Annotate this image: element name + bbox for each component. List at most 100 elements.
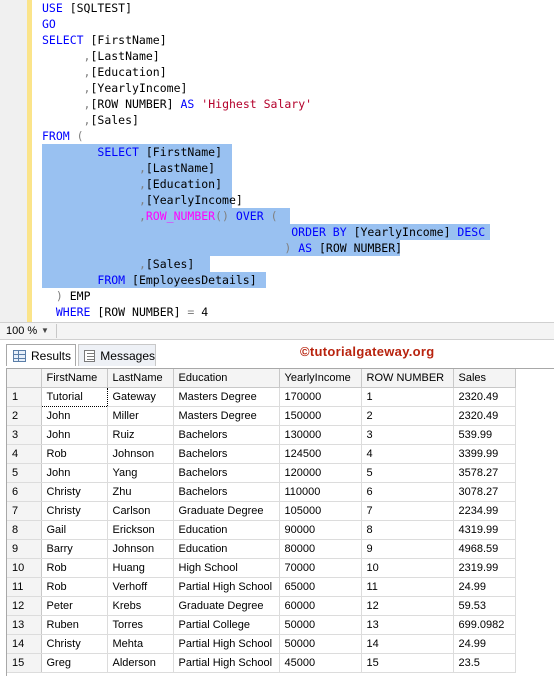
table-cell[interactable]: 65000: [279, 577, 362, 597]
table-cell[interactable]: Huang: [107, 558, 174, 578]
row-number[interactable]: 12: [7, 596, 42, 616]
table-row[interactable]: 10 Rob Huang High School 70000 10 2319.99: [7, 558, 516, 578]
zoom-dropdown-icon[interactable]: ▼: [38, 325, 52, 337]
table-row[interactable]: 3 John Ruiz Bachelors 130000 3 539.99: [7, 425, 516, 445]
row-number[interactable]: 4: [7, 444, 42, 464]
table-cell[interactable]: 120000: [279, 463, 362, 483]
row-number[interactable]: 3: [7, 425, 42, 445]
table-cell[interactable]: Tutorial: [40, 387, 108, 407]
table-cell[interactable]: Peter: [41, 596, 108, 616]
table-cell[interactable]: Johnson: [107, 539, 174, 559]
table-cell[interactable]: Rob: [41, 444, 108, 464]
table-row[interactable]: 13 Ruben Torres Partial College 50000 13 699.0…: [7, 615, 516, 635]
table-cell[interactable]: Masters Degree: [173, 406, 280, 426]
row-number[interactable]: 6: [7, 482, 42, 502]
table-cell[interactable]: Rob: [41, 577, 108, 597]
table-cell[interactable]: John: [41, 463, 108, 483]
table-cell[interactable]: 3399.99: [453, 444, 516, 464]
table-cell[interactable]: Torres: [107, 615, 174, 635]
table-cell[interactable]: John: [41, 406, 108, 426]
table-cell[interactable]: 13: [361, 615, 454, 635]
table-cell[interactable]: 60000: [279, 596, 362, 616]
table-cell[interactable]: Graduate Degree: [173, 596, 280, 616]
table-cell[interactable]: 150000: [279, 406, 362, 426]
table-cell[interactable]: 45000: [279, 653, 362, 673]
table-cell[interactable]: 70000: [279, 558, 362, 578]
table-row[interactable]: 1 Tutorial Gateway Masters Degree 170000 1 232…: [7, 387, 516, 407]
table-cell[interactable]: 105000: [279, 501, 362, 521]
table-cell[interactable]: Masters Degree: [173, 387, 280, 407]
table-cell[interactable]: Verhoff: [107, 577, 174, 597]
table-row[interactable]: 12 Peter Krebs Graduate Degree 60000 12 59.53: [7, 596, 516, 616]
table-cell[interactable]: 3578.27: [453, 463, 516, 483]
table-cell[interactable]: Rob: [41, 558, 108, 578]
table-cell[interactable]: Ruben: [41, 615, 108, 635]
table-cell[interactable]: 50000: [279, 634, 362, 654]
table-cell[interactable]: Bachelors: [173, 425, 280, 445]
table-cell[interactable]: 170000: [279, 387, 362, 407]
table-cell[interactable]: 110000: [279, 482, 362, 502]
table-cell[interactable]: 130000: [279, 425, 362, 445]
table-cell[interactable]: 15: [361, 653, 454, 673]
table-cell[interactable]: Education: [173, 520, 280, 540]
row-number[interactable]: 5: [7, 463, 42, 483]
row-number[interactable]: 10: [7, 558, 42, 578]
table-cell[interactable]: Bachelors: [173, 444, 280, 464]
table-cell[interactable]: Barry: [41, 539, 108, 559]
table-cell[interactable]: 1: [361, 387, 454, 407]
table-cell[interactable]: Graduate Degree: [173, 501, 280, 521]
table-cell[interactable]: Bachelors: [173, 463, 280, 483]
table-row[interactable]: 9 Barry Johnson Education 80000 9 4968.59: [7, 539, 516, 559]
row-number[interactable]: 7: [7, 501, 42, 521]
table-cell[interactable]: Partial High School: [173, 653, 280, 673]
table-cell[interactable]: Mehta: [107, 634, 174, 654]
table-cell[interactable]: Yang: [107, 463, 174, 483]
table-cell[interactable]: Christy: [41, 482, 108, 502]
table-row[interactable]: 15 Greg Alderson Partial High School 45000 15…: [7, 653, 516, 673]
row-number[interactable]: 13: [7, 615, 42, 635]
table-cell[interactable]: 14: [361, 634, 454, 654]
table-cell[interactable]: 2320.49: [453, 387, 516, 407]
table-cell[interactable]: 4: [361, 444, 454, 464]
column-header[interactable]: LastName: [107, 369, 174, 388]
table-cell[interactable]: 5: [361, 463, 454, 483]
table-cell[interactable]: Gateway: [107, 387, 174, 407]
table-cell[interactable]: Bachelors: [173, 482, 280, 502]
row-number[interactable]: 14: [7, 634, 42, 654]
table-cell[interactable]: 59.53: [453, 596, 516, 616]
table-cell[interactable]: 90000: [279, 520, 362, 540]
column-header[interactable]: Education: [173, 369, 280, 388]
table-cell[interactable]: High School: [173, 558, 280, 578]
row-number[interactable]: 1: [7, 387, 42, 407]
table-row[interactable]: 8 Gail Erickson Education 90000 8 4319.99: [7, 520, 516, 540]
table-cell[interactable]: Greg: [41, 653, 108, 673]
table-cell[interactable]: 2234.99: [453, 501, 516, 521]
zoom-level[interactable]: 100 %: [6, 325, 37, 337]
table-row[interactable]: 5 John Yang Bachelors 120000 5 3578.27: [7, 463, 516, 483]
table-cell[interactable]: 699.0982: [453, 615, 516, 635]
column-header[interactable]: Sales: [453, 369, 516, 388]
table-row[interactable]: 11 Rob Verhoff Partial High School 65000 11 24…: [7, 577, 516, 597]
table-cell[interactable]: 124500: [279, 444, 362, 464]
column-header[interactable]: ROW NUMBER: [361, 369, 454, 388]
table-cell[interactable]: 539.99: [453, 425, 516, 445]
table-cell[interactable]: Miller: [107, 406, 174, 426]
results-grid[interactable]: FirstName LastName Education YearlyIncome RO…: [6, 368, 554, 676]
table-cell[interactable]: 50000: [279, 615, 362, 635]
row-number[interactable]: 15: [7, 653, 42, 673]
table-row[interactable]: 14 Christy Mehta Partial High School 50000 14…: [7, 634, 516, 654]
table-cell[interactable]: 3: [361, 425, 454, 445]
table-cell[interactable]: Erickson: [107, 520, 174, 540]
table-cell[interactable]: Zhu: [107, 482, 174, 502]
table-cell[interactable]: 9: [361, 539, 454, 559]
column-header[interactable]: FirstName: [41, 369, 108, 388]
query-editor[interactable]: USE [SQLTEST] GO SELECT [FirstName] ,[Last…: [0, 0, 554, 322]
table-cell[interactable]: Carlson: [107, 501, 174, 521]
table-cell[interactable]: 4319.99: [453, 520, 516, 540]
table-cell[interactable]: 8: [361, 520, 454, 540]
table-cell[interactable]: 24.99: [453, 634, 516, 654]
row-number[interactable]: 11: [7, 577, 42, 597]
tab-results[interactable]: Results: [6, 344, 76, 366]
table-cell[interactable]: Christy: [41, 501, 108, 521]
table-row[interactable]: 6 Christy Zhu Bachelors 110000 6 3078.27: [7, 482, 516, 502]
